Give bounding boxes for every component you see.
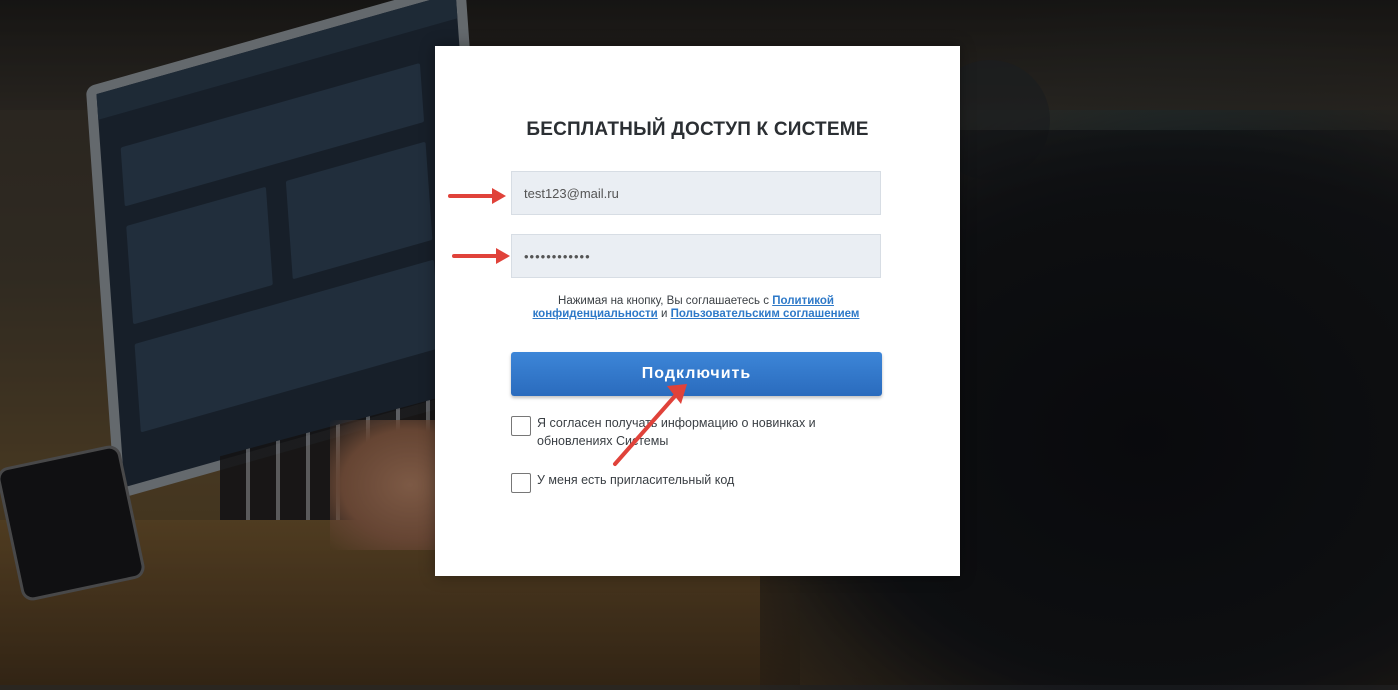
connect-button[interactable]: Подключить [511, 352, 882, 396]
modal-title: БЕСПЛАТНЫЙ ДОСТУП К СИСТЕМЕ [526, 119, 869, 140]
button-annotation-arrow-icon [613, 384, 687, 466]
news-consent-checkbox[interactable] [511, 416, 531, 436]
signup-modal: БЕСПЛАТНЫЙ ДОСТУП К СИСТЕМЕ Нажимая на к… [435, 46, 960, 576]
password-annotation-arrow-icon [452, 248, 510, 264]
email-annotation-arrow-icon [448, 188, 506, 204]
invite-code-label: У меня есть пригласительный код [537, 473, 735, 487]
invite-code-checkbox-row[interactable]: У меня есть пригласительный код [511, 471, 734, 493]
invite-code-checkbox[interactable] [511, 473, 531, 493]
password-input[interactable] [511, 234, 881, 278]
email-input[interactable] [511, 171, 881, 215]
agreement-text: Нажимая на кнопку, Вы соглашаетесь с Пол… [511, 295, 881, 321]
terms-link[interactable]: Пользовательским соглашением [671, 308, 860, 320]
agreement-prefix: Нажимая на кнопку, Вы соглашаетесь с [558, 295, 773, 307]
agreement-and: и [657, 308, 671, 320]
